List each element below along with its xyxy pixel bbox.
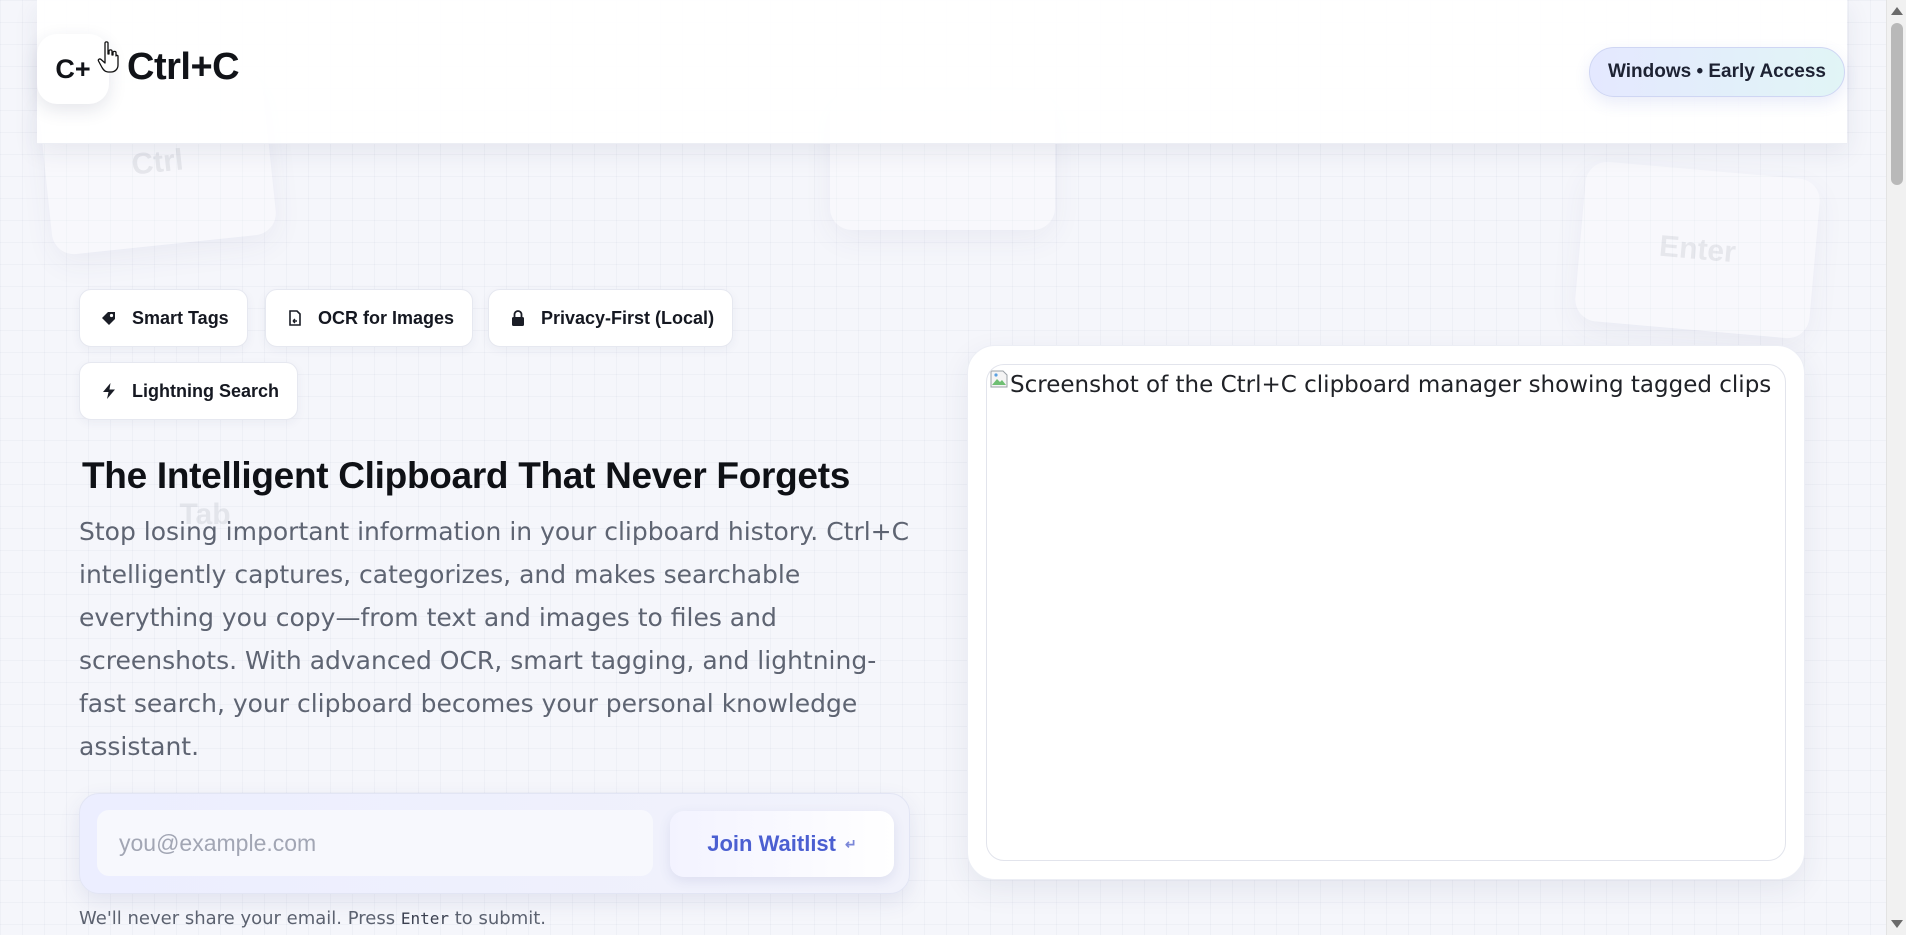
privacy-note-text: We'll never share your email. Press (79, 908, 401, 929)
join-waitlist-label: Join Waitlist (707, 831, 836, 856)
lock-icon (512, 310, 524, 326)
background-key-label: Enter (1657, 229, 1738, 270)
background-key-label: Ctrl (130, 142, 185, 182)
waitlist-form: Join Waitlist ↵ (79, 793, 910, 894)
tag-icon (102, 312, 115, 325)
join-waitlist-button[interactable]: Join Waitlist ↵ (670, 811, 894, 877)
feature-chip-label: Smart Tags (132, 307, 229, 328)
hand-cursor-icon (97, 41, 119, 73)
privacy-note-suffix: to submit. (448, 908, 547, 929)
site-header: C+ Ctrl+C Windows • Early Access (37, 0, 1847, 144)
scroll-down-icon[interactable] (1891, 920, 1903, 928)
enter-key-icon: ↵ (845, 835, 857, 852)
ocr-icon (289, 310, 301, 326)
email-input[interactable] (97, 810, 653, 876)
feature-chip-label: Lightning Search (132, 380, 280, 401)
feature-chip-smart-tags: Smart Tags (79, 289, 248, 347)
scroll-thumb[interactable] (1891, 23, 1903, 185)
feature-chip-label: Privacy-First (Local) (541, 307, 715, 328)
feature-chip-privacy: Privacy-First (Local) (488, 289, 734, 347)
feature-chip-search: Lightning Search (79, 362, 299, 420)
lightning-icon (103, 383, 115, 399)
feature-chip-label: OCR for Images (318, 307, 455, 328)
page-scrollbar[interactable] (1886, 0, 1906, 935)
product-preview-card: Screenshot of the Ctrl+C clipboard manag… (967, 345, 1805, 880)
logo-text: C+ (55, 53, 91, 84)
screenshot-alt-text: Screenshot of the Ctrl+C clipboard manag… (1010, 372, 1772, 398)
privacy-note: We'll never share your email. Press Ente… (79, 908, 546, 929)
broken-image-icon (990, 370, 1008, 388)
hero-headline: The Intelligent Clipboard That Never For… (82, 455, 850, 496)
enter-key-hint: Enter (400, 909, 449, 928)
background-key-enter: Enter (1573, 160, 1822, 340)
platform-badge: Windows • Early Access (1588, 47, 1845, 97)
product-screenshot: Screenshot of the Ctrl+C clipboard manag… (986, 364, 1786, 861)
feature-chip-ocr: OCR for Images (265, 289, 474, 347)
hero-description: Stop losing important information in you… (79, 517, 910, 761)
brand-name[interactable]: Ctrl+C (127, 46, 240, 89)
scroll-up-icon[interactable] (1891, 7, 1903, 15)
